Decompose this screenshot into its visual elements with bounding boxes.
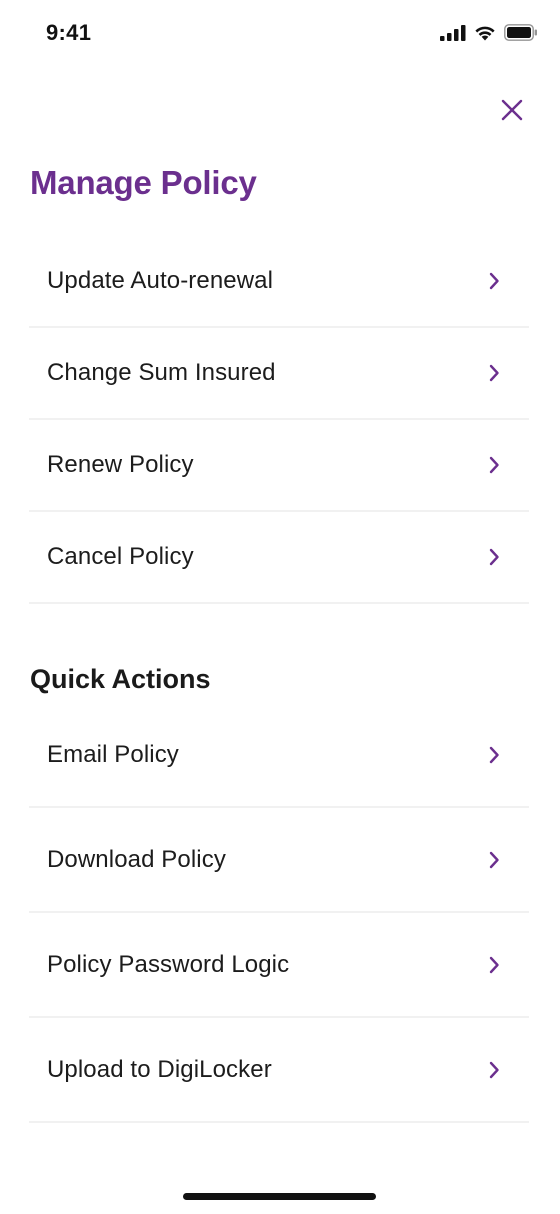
menu-item-change-sum-insured[interactable]: Change Sum Insured xyxy=(29,328,529,420)
menu-item-label: Email Policy xyxy=(47,740,179,768)
status-bar: 9:41 xyxy=(0,0,560,68)
menu-item-label: Renew Policy xyxy=(47,451,194,478)
page-title: Manage Policy xyxy=(30,164,257,201)
menu-item-label: Cancel Policy xyxy=(47,543,194,570)
chevron-right-icon xyxy=(487,1060,501,1080)
menu-item-label: Update Auto-renewal xyxy=(47,267,274,294)
manage-policy-screen: 9:41 Manage Policy Update Auto-renewal C… xyxy=(0,0,560,1214)
menu-item-policy-password-logic[interactable]: Policy Password Logic xyxy=(29,913,529,1018)
menu-item-update-auto-renewal[interactable]: Update Auto-renewal xyxy=(29,236,529,328)
chevron-right-icon xyxy=(487,455,501,475)
quick-actions-title: Quick Actions xyxy=(30,664,211,694)
chevron-right-icon xyxy=(487,271,501,291)
menu-item-download-policy[interactable]: Download Policy xyxy=(29,808,529,913)
status-icons xyxy=(440,24,538,41)
chevron-right-icon xyxy=(487,850,501,870)
chevron-right-icon xyxy=(487,745,501,765)
menu-item-label: Policy Password Logic xyxy=(47,950,290,978)
menu-item-label: Upload to DigiLocker xyxy=(47,1055,272,1083)
menu-item-label: Download Policy xyxy=(47,845,226,873)
cellular-signal-icon xyxy=(440,24,466,41)
chevron-right-icon xyxy=(487,547,501,567)
menu-item-upload-to-digilocker[interactable]: Upload to DigiLocker xyxy=(29,1018,529,1123)
quick-actions-list: Email Policy Download Policy Policy Pass… xyxy=(29,703,529,1123)
battery-icon xyxy=(504,24,538,41)
menu-item-renew-policy[interactable]: Renew Policy xyxy=(29,420,529,512)
close-button[interactable] xyxy=(498,98,526,126)
wifi-icon xyxy=(474,25,496,41)
status-time: 9:41 xyxy=(46,20,92,45)
home-indicator[interactable] xyxy=(183,1193,376,1200)
chevron-right-icon xyxy=(487,955,501,975)
chevron-right-icon xyxy=(487,363,501,383)
close-icon xyxy=(500,98,524,127)
menu-item-label: Change Sum Insured xyxy=(47,359,276,386)
manage-policy-list: Update Auto-renewal Change Sum Insured R… xyxy=(29,236,529,604)
menu-item-cancel-policy[interactable]: Cancel Policy xyxy=(29,512,529,604)
menu-item-email-policy[interactable]: Email Policy xyxy=(29,703,529,808)
